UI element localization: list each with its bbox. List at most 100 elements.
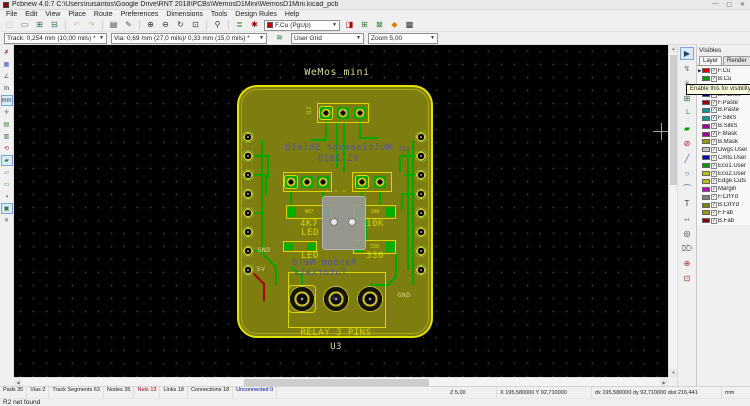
drill-origin-icon[interactable]: ⊕ bbox=[680, 257, 694, 270]
track-segment[interactable] bbox=[310, 120, 326, 140]
grid-show-icon[interactable]: ▦ bbox=[1, 59, 13, 70]
zoom-fit-icon[interactable]: ⊡ bbox=[189, 19, 202, 31]
autodelete-track-icon[interactable]: ⟲ bbox=[1, 143, 13, 154]
layer-color-swatch[interactable] bbox=[702, 108, 710, 113]
grid-origin-icon[interactable]: ⊡ bbox=[680, 272, 694, 285]
layer-color-swatch[interactable] bbox=[702, 218, 710, 223]
polar-coords-icon[interactable]: ∠ bbox=[1, 71, 13, 82]
layer-visibility-checkbox[interactable] bbox=[711, 202, 717, 208]
menu-item[interactable]: Design Rules bbox=[231, 11, 281, 18]
units-inch-icon[interactable]: In bbox=[1, 83, 13, 94]
separator[interactable] bbox=[65, 20, 66, 30]
menu-item[interactable]: Help bbox=[281, 11, 303, 18]
header-pad[interactable] bbox=[356, 176, 368, 188]
layer-row[interactable]: Cmts.User bbox=[697, 154, 750, 162]
header-pad[interactable] bbox=[285, 176, 297, 188]
layer-row[interactable]: F.Paste bbox=[697, 99, 750, 107]
smd-pad[interactable] bbox=[284, 243, 293, 250]
layer-color-swatch[interactable] bbox=[702, 187, 710, 192]
layer-visibility-checkbox[interactable] bbox=[711, 194, 717, 200]
layer-row[interactable]: B.Fab bbox=[697, 217, 750, 225]
zoom-in-icon[interactable]: ⊕ bbox=[144, 19, 157, 31]
layer-color-swatch[interactable] bbox=[702, 132, 710, 137]
layer-color-swatch[interactable] bbox=[702, 163, 710, 168]
via-size-selector[interactable]: Via: 0,69 mm (27,0 mils)/ 0,33 mm (15,0 … bbox=[111, 33, 267, 44]
freeroute-icon[interactable]: ◆ bbox=[388, 19, 401, 31]
cursor-shape-icon[interactable]: ✛ bbox=[1, 107, 13, 118]
tab[interactable]: Layer bbox=[699, 56, 722, 65]
ratsnest-module-icon[interactable]: ▥ bbox=[1, 131, 13, 142]
through-hole-pad[interactable] bbox=[242, 150, 254, 162]
layer-color-swatch[interactable] bbox=[702, 155, 710, 160]
track-mode-icon[interactable]: ⊠ bbox=[373, 19, 386, 31]
layer-color-swatch[interactable] bbox=[702, 171, 710, 176]
layer-color-swatch[interactable] bbox=[702, 147, 710, 152]
delete-tool-icon[interactable]: ⌦ bbox=[680, 242, 694, 255]
select-tool-icon[interactable]: ▶ bbox=[680, 47, 694, 60]
tab[interactable]: Render bbox=[723, 56, 750, 65]
module-editor-icon[interactable]: ⊞ bbox=[33, 19, 46, 31]
through-hole-pad[interactable] bbox=[242, 188, 254, 200]
microwave-icon[interactable]: ▩ bbox=[403, 19, 416, 31]
through-hole-pad[interactable] bbox=[415, 188, 427, 200]
through-hole-pad[interactable] bbox=[242, 264, 254, 276]
through-hole-pad[interactable] bbox=[415, 264, 427, 276]
through-hole-pad[interactable] bbox=[415, 169, 427, 181]
zones-unfilled-icon[interactable]: ▱ bbox=[1, 167, 13, 178]
smd-pad[interactable] bbox=[386, 242, 395, 252]
menu-item[interactable]: Tools bbox=[207, 11, 231, 18]
horizontal-scroll-thumb[interactable] bbox=[244, 379, 429, 386]
smd-pad[interactable] bbox=[287, 207, 296, 217]
layer-color-swatch[interactable] bbox=[702, 195, 710, 200]
zones-outline-icon[interactable]: ▭ bbox=[1, 179, 13, 190]
layer-row[interactable]: B.Cu bbox=[697, 75, 750, 83]
horizontal-scrollbar[interactable]: ◀ ▶ bbox=[14, 377, 668, 386]
layer-color-swatch[interactable] bbox=[702, 139, 710, 144]
add-arc-icon[interactable]: ⌒ bbox=[680, 182, 694, 195]
drc-icon[interactable]: ✱ bbox=[248, 19, 261, 31]
layer-visibility-checkbox[interactable] bbox=[711, 171, 717, 177]
layer-row[interactable]: ▶ F.Cu bbox=[697, 67, 750, 75]
component-body[interactable] bbox=[322, 196, 366, 250]
layer-row[interactable]: Eco2.User bbox=[697, 170, 750, 178]
pcb-canvas[interactable]: 4K710K330WeMos_miniU2Multisensor ShieldV… bbox=[14, 45, 668, 377]
layer-visibility-checkbox[interactable] bbox=[711, 163, 717, 169]
through-hole-pad[interactable] bbox=[242, 226, 254, 238]
header-pad[interactable] bbox=[337, 107, 349, 119]
layer-visibility-checkbox[interactable] bbox=[711, 147, 717, 153]
menu-item[interactable]: Preferences bbox=[117, 11, 163, 18]
smd-pad[interactable] bbox=[386, 207, 395, 217]
minimize-button[interactable]: — bbox=[712, 1, 718, 8]
layer-visibility-checkbox[interactable] bbox=[711, 178, 717, 184]
add-line-icon[interactable]: ╱ bbox=[680, 152, 694, 165]
layer-visibility-checkbox[interactable] bbox=[711, 100, 717, 106]
layer-visibility-checkbox[interactable] bbox=[711, 210, 717, 216]
add-target-icon[interactable]: ◎ bbox=[680, 227, 694, 240]
layer-color-swatch[interactable] bbox=[702, 203, 710, 208]
layer-row[interactable]: B.Paste bbox=[697, 106, 750, 114]
layer-visibility-checkbox[interactable] bbox=[711, 186, 717, 192]
add-text-icon[interactable]: T bbox=[680, 197, 694, 210]
layer-color-swatch[interactable] bbox=[702, 76, 710, 81]
separator[interactable] bbox=[102, 20, 103, 30]
layer-row[interactable]: F.Mask bbox=[697, 130, 750, 138]
maximize-button[interactable]: ▢ bbox=[726, 1, 732, 8]
undo-icon[interactable]: ↶ bbox=[70, 19, 83, 31]
high-contrast-icon[interactable]: ◑ bbox=[1, 191, 13, 202]
layer-visibility-checkbox[interactable] bbox=[711, 68, 717, 74]
sheet-settings-icon[interactable]: ▭ bbox=[18, 19, 31, 31]
add-track-icon[interactable]: └ bbox=[680, 107, 694, 120]
find-icon[interactable]: ⚲ bbox=[211, 19, 224, 31]
layer-row[interactable]: F.Fab bbox=[697, 209, 750, 217]
library-browser-icon[interactable]: ⊟ bbox=[48, 19, 61, 31]
vertical-scrollbar[interactable]: ▲ ▼ bbox=[668, 45, 677, 377]
layer-visibility-checkbox[interactable] bbox=[711, 155, 717, 161]
save-board-icon[interactable]: ◫ bbox=[3, 19, 16, 31]
menu-item[interactable]: Place bbox=[64, 11, 90, 18]
layer-color-swatch[interactable] bbox=[702, 100, 710, 105]
layer-selector[interactable]: F.Cu (PgUp) ▼ bbox=[264, 20, 340, 31]
header-pad[interactable] bbox=[301, 176, 313, 188]
layer-row[interactable]: F.CrtYd bbox=[697, 193, 750, 201]
menu-item[interactable]: File bbox=[2, 11, 21, 18]
layer-color-swatch[interactable] bbox=[702, 124, 710, 129]
